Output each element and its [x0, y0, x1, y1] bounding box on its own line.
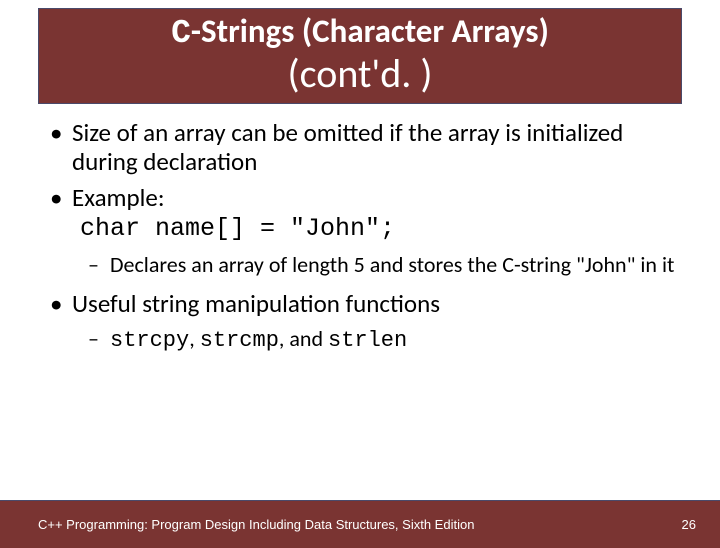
sep2: , and: [279, 325, 328, 352]
slide-title-line2: (cont'd. ): [49, 53, 671, 95]
code-example: char name[] = "John";: [80, 214, 686, 244]
bullet-2-label: Example:: [72, 182, 165, 213]
footer-left-text: C++ Programming: Program Design Includin…: [38, 517, 474, 532]
sub-bullet-2: strcpy, strcmp, and strlen: [88, 326, 686, 355]
bullet-item-2: Example: char name[] = "John"; Declares …: [48, 183, 686, 279]
sep1: ,: [189, 325, 199, 352]
bullet-item-3: Useful string manipulation functions str…: [48, 289, 686, 355]
fn-strcmp: strcmp: [200, 328, 279, 353]
bullet-list: Size of an array can be omitted if the a…: [48, 118, 686, 355]
fn-strlen: strlen: [328, 328, 407, 353]
slide-content: Size of an array can be omitted if the a…: [0, 104, 720, 355]
title-rest: -Strings (Character Arrays): [191, 11, 549, 51]
sub-bullet-1: Declares an array of length 5 and stores…: [88, 252, 686, 279]
fn-strcpy: strcpy: [110, 328, 189, 353]
bullet-3-text: Useful string manipulation functions: [72, 288, 440, 319]
bullet-1-text: Size of an array can be omitted if the a…: [72, 117, 623, 178]
footer-page-number: 26: [682, 517, 696, 532]
title-prefix-mono: C: [171, 15, 191, 52]
sub-list-2: strcpy, strcmp, and strlen: [88, 326, 686, 355]
bullet-item-1: Size of an array can be omitted if the a…: [48, 118, 686, 177]
sub-list-1: Declares an array of length 5 and stores…: [88, 252, 686, 279]
sub-bullet-1-text: Declares an array of length 5 and stores…: [110, 251, 674, 278]
slide-title-line1: C-Strings (Character Arrays): [49, 13, 671, 53]
slide-title-bar: C-Strings (Character Arrays) (cont'd. ): [38, 8, 682, 104]
slide-footer: C++ Programming: Program Design Includin…: [0, 500, 720, 548]
